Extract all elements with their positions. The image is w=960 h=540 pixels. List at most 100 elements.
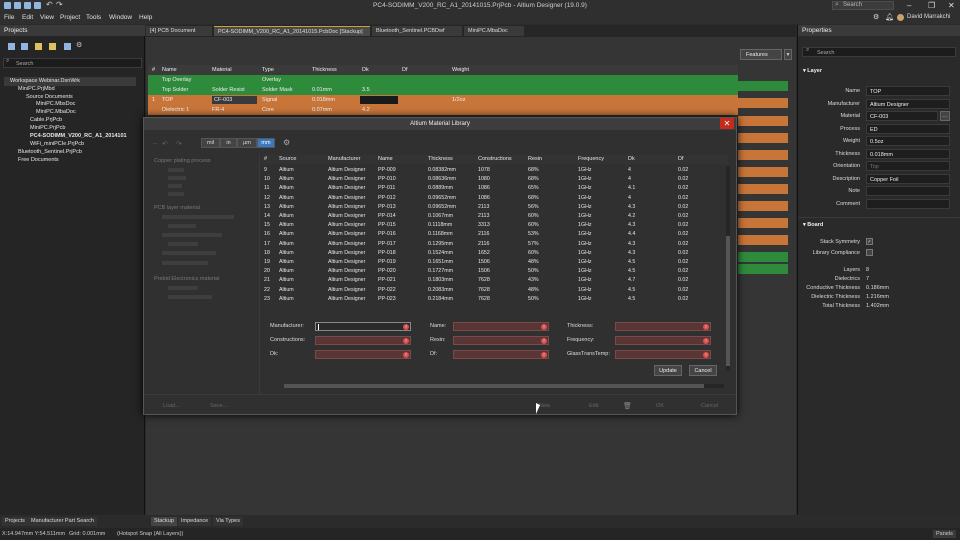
col-source[interactable]: Source [279,156,296,162]
stackup-row[interactable]: Top Overlay Overlay [148,75,738,85]
gear-icon[interactable]: ⚙ [283,138,290,147]
constructions-input[interactable]: ! [315,336,411,345]
layer-manufacturer-field[interactable]: Altium Designer [866,99,950,109]
menu-project[interactable]: Project [60,14,80,21]
ok-button[interactable]: OK [656,403,664,409]
stackup-row[interactable]: Dielectric 1 FR-4 Core 0.07mm 4.2 [148,105,738,115]
frequency-input[interactable]: ! [615,336,711,345]
menu-file[interactable]: File [4,14,14,21]
table-row[interactable]: 22 Altium Altium Designer PP-022 0.2083mm 762… [262,286,724,295]
undo-icon[interactable]: ↶ [162,140,168,148]
gear-icon[interactable]: ⚙ [873,13,879,21]
panels-button[interactable]: Panels [933,530,956,538]
dk-input[interactable]: ! [315,350,411,359]
category-pcb-layer[interactable]: PCB layer material [154,205,200,211]
tree-project[interactable]: MiniPC.PrjPcb [30,125,65,131]
projects-search-input[interactable]: Search [3,58,142,68]
layer-weight-field[interactable]: 0.5oz [866,136,950,146]
unit-in-button[interactable]: in [220,138,237,148]
tree-document[interactable]: MiniPC.MbsDoc [36,101,75,107]
unit-um-button[interactable]: µm [237,138,257,148]
table-row[interactable]: 19 Altium Altium Designer PP-019 0.1651mm 150… [262,258,724,267]
name-input[interactable]: ! [453,322,549,331]
tab-stackup[interactable]: PC4-SODIMM_V200_RC_A1_20141015.PcbDoc [S… [214,26,370,36]
stack-symmetry-checkbox[interactable]: ✓ [866,238,873,245]
tab-bluetooth[interactable]: Bluetooth_Sentinel.PCBDwf [372,26,462,36]
layer-orientation-select[interactable]: Top [866,161,950,171]
tree-project-active[interactable]: PC4-SODIMM_V200_RC_A1_2014101 [30,133,127,139]
scroll-thumb[interactable] [726,236,730,366]
menu-window[interactable]: Window [109,14,132,21]
manufacturer-input[interactable]: ! [315,322,411,331]
close-window-icon[interactable]: ✕ [948,1,955,10]
library-compliance-checkbox[interactable] [866,249,873,256]
stackup-row-selected[interactable]: 1 TOP CF-003 Signal 0.018mm 1/2oz [148,95,738,105]
load-button[interactable]: Load... [163,403,180,409]
table-row[interactable]: 12 Altium Altium Designer PP-012 0.09652mm 10… [262,194,724,203]
material-browse-button[interactable]: ... [940,111,950,121]
close-icon[interactable]: ✕ [720,118,734,129]
horizontal-scrollbar[interactable] [284,384,724,388]
table-row[interactable]: 16 Altium Altium Designer PP-016 0.1168mm 211… [262,230,724,239]
col-name[interactable]: Name [378,156,393,162]
stackup-row[interactable]: Top Solder Solder Resist Solder Mask 0.0… [148,85,738,95]
tab-via-types[interactable]: Via Types [213,517,243,526]
layer-section-title[interactable]: ▾ Layer [803,68,822,74]
menu-view[interactable]: View [40,14,54,21]
tree-document[interactable]: MiniPC.MbaDoc [36,109,76,115]
row-material[interactable]: CF-003 [212,96,257,104]
back-icon[interactable]: ← [152,140,159,147]
update-button[interactable]: Update [654,365,682,376]
tree-project[interactable]: MiniPC.PrjMbd [18,86,55,92]
table-row[interactable]: 11 Altium Altium Designer PP-011 0.0889mm 108… [262,184,724,193]
table-row[interactable]: 15 Altium Altium Designer PP-015 0.1118mm 331… [262,221,724,230]
unit-mm-button[interactable]: mm [257,138,275,148]
delete-icon[interactable]: 🗑︎ [623,402,632,410]
tab-impedance[interactable]: Impedance [178,517,212,526]
tab-projects[interactable]: Projects [2,517,28,526]
layer-note-field[interactable] [866,186,950,196]
resin-input[interactable]: ! [453,336,549,345]
layer-description-field[interactable]: Copper Foil [866,174,950,184]
col-resin[interactable]: Resin [528,156,542,162]
menu-tools[interactable]: Tools [86,14,101,21]
table-row[interactable]: 17 Altium Altium Designer PP-017 0.1295mm 211… [262,240,724,249]
table-row[interactable]: 14 Altium Altium Designer PP-014 0.1067mm 211… [262,212,724,221]
tab-manufacturer-part-search[interactable]: Manufacturer Part Search [28,517,97,526]
folder-icon[interactable] [49,43,56,50]
table-row[interactable]: 10 Altium Altium Designer PP-010 0.08636mm 10… [262,175,724,184]
redo-icon[interactable]: ↷ [176,140,182,148]
save-icon[interactable] [21,43,28,50]
folder-icon[interactable] [35,43,42,50]
cancel-button[interactable]: Cancel [701,403,718,409]
glass-trans-temp-input[interactable]: ! [615,350,711,359]
tab-stackup-bottom[interactable]: Stackup [151,517,177,526]
layer-thickness-field[interactable]: 0.018mm [866,149,950,159]
global-search-input[interactable]: Search [832,1,894,10]
col-thickness[interactable]: Thickness [428,156,453,162]
table-row[interactable]: 21 Altium Altium Designer PP-021 0.1803mm 762… [262,276,724,285]
unit-mil-button[interactable]: mil [201,138,220,148]
layer-name-field[interactable]: TOP [866,86,950,96]
edit-button[interactable]: Edit [589,403,598,409]
board-section-title[interactable]: ▾ Board [803,222,823,228]
user-name[interactable]: David Marrakchi [907,14,950,20]
avatar[interactable] [897,14,904,21]
tab-minipc[interactable]: MiniPC.MbaDoc [464,26,524,36]
tab-pcb-document[interactable]: [4] PCB Document [146,26,212,36]
properties-search-input[interactable]: Search [802,47,956,57]
thickness-input[interactable]: ! [615,322,711,331]
layer-process-field[interactable]: ED [866,124,950,134]
gear-icon[interactable]: ⚙ [76,41,82,49]
table-row[interactable]: 13 Altium Altium Designer PP-013 0.09652mm 21… [262,203,724,212]
col-frequency[interactable]: Frequency [578,156,604,162]
dialog-cancel-button-inner[interactable]: Cancel [689,365,717,376]
tree-project[interactable]: Cable.PrjPcb [30,117,62,123]
add-icon[interactable] [64,43,71,50]
maximize-icon[interactable]: ❐ [928,1,935,10]
new-button[interactable]: New [539,403,550,409]
tree-folder[interactable]: Free Documents [18,157,59,163]
minimize-icon[interactable]: – [907,1,911,10]
col-dk[interactable]: Dk [628,156,635,162]
tree-folder[interactable]: Source Documents [26,94,73,100]
